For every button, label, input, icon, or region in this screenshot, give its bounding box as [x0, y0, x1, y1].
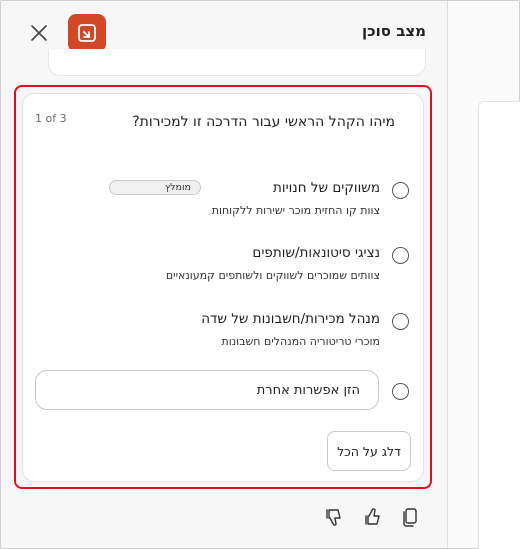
panel-title: מצב סוכן: [361, 22, 426, 40]
agent-panel: מצב סוכן מיהו הקהל הראשי עבור הדרכה זו ל…: [1, 1, 448, 548]
option-label: נציגי סיטונאות/שותפים: [252, 245, 380, 261]
recommended-badge: מומלץ: [109, 180, 201, 195]
radio-button[interactable]: [392, 313, 409, 330]
option-label: מנהל מכירות/חשבונות של שדה: [201, 311, 380, 327]
option-label: משווקים של חנויות: [273, 180, 380, 196]
option-description: מוכרי טריטוריה המנהלים חשבונות: [221, 335, 380, 348]
powerpoint-app-icon: [68, 14, 106, 52]
skip-all-button[interactable]: דלג על הכל: [327, 431, 411, 471]
option-field-sales-managers[interactable]: מנהל מכירות/חשבונות של שדה מוכרי טריטורי…: [39, 309, 409, 353]
option-description: צוותים שמוכרים לשווקים ולשותפים קמעונאיי…: [165, 269, 380, 282]
other-option: [33, 370, 409, 414]
document-area: [448, 1, 520, 549]
radio-button[interactable]: [392, 247, 409, 264]
other-option-input[interactable]: [35, 370, 379, 410]
close-button[interactable]: [25, 19, 53, 47]
radio-button[interactable]: [392, 383, 409, 400]
thumbs-down-icon[interactable]: [323, 506, 345, 528]
option-description: צוות קו החזית מוכר ישירות ללקוחות: [211, 204, 380, 217]
question-text: מיהו הקהל הראשי עבור הדרכה זו למכירות?: [132, 114, 395, 130]
option-wholesale-partners[interactable]: נציגי סיטונאות/שותפים צוותים שמוכרים לשו…: [39, 243, 409, 287]
question-card: מיהו הקהל הראשי עבור הדרכה זו למכירות? 1…: [22, 93, 424, 482]
option-retail-marketers[interactable]: משווקים של חנויות מומלץ צוות קו החזית מו…: [39, 178, 409, 222]
copy-icon[interactable]: [399, 506, 421, 528]
window-frame: מצב סוכן מיהו הקהל הראשי עבור הדרכה זו ל…: [0, 0, 520, 549]
thumbs-up-icon[interactable]: [362, 506, 384, 528]
radio-button[interactable]: [392, 182, 409, 199]
document-page-edge: [478, 101, 520, 549]
previous-card-edge: [48, 49, 426, 76]
close-icon[interactable]: [30, 24, 48, 42]
question-counter: 1 of 3: [35, 112, 67, 125]
